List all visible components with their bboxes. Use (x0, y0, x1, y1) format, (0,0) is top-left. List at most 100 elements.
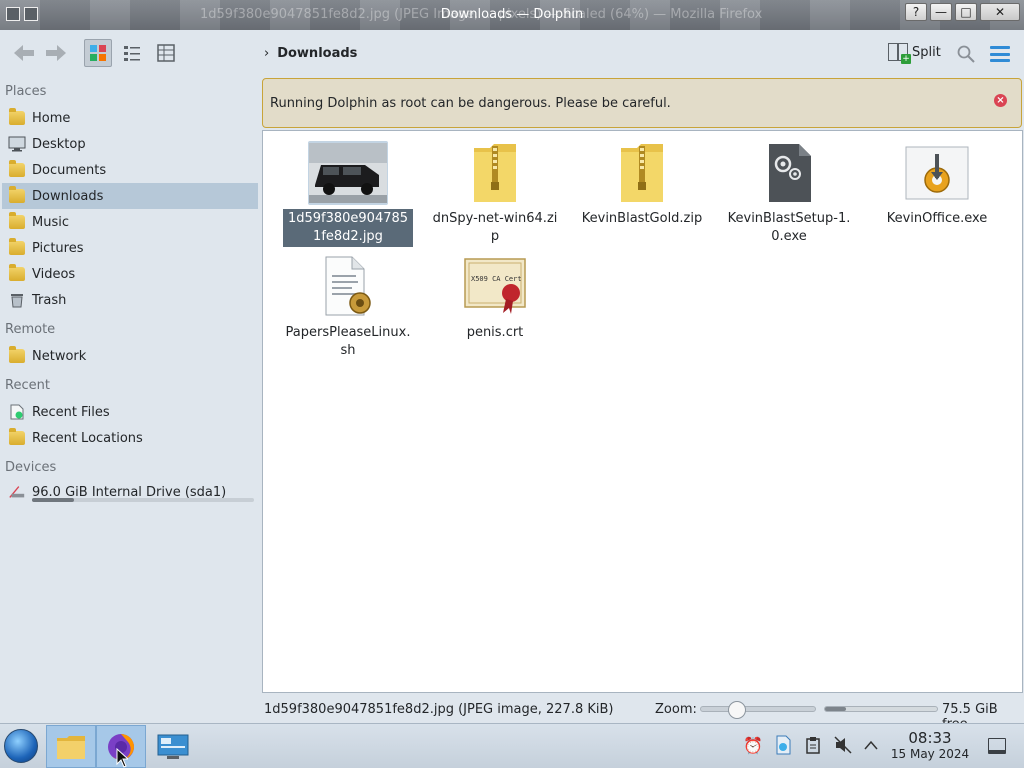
forward-button[interactable] (42, 39, 70, 67)
sidebar-item-label: Recent Locations (32, 430, 143, 446)
file-item-kevinblastgold-zip[interactable]: KevinBlastGold.zip (577, 141, 707, 229)
videos-folder-icon (8, 264, 26, 283)
certificate-icon: X509 CA Cert (455, 255, 535, 319)
back-button[interactable] (10, 39, 38, 67)
music-folder-icon (8, 212, 26, 231)
zoom-slider[interactable] (700, 701, 816, 719)
file-name: KevinBlastSetup-1.0.exe (727, 211, 851, 244)
sidebar-item-trash[interactable]: Trash (2, 287, 258, 313)
section-title-places: Places (5, 84, 47, 99)
recent-files-icon (8, 403, 26, 421)
search-icon (957, 45, 975, 63)
file-item-kevinoffice-exe[interactable]: KevinOffice.exe (872, 141, 1002, 229)
sidebar-item-recent-locations[interactable]: Recent Locations (2, 425, 258, 451)
section-title-remote: Remote (5, 322, 56, 337)
sidebar-item-label: Music (32, 214, 69, 230)
sidebar-item-network[interactable]: Network (2, 343, 258, 369)
taskbar: ⏰ 08:33 15 May 2024 (0, 723, 1024, 768)
file-item-paperspleaselinux-sh[interactable]: PapersPleaseLinux.sh (283, 255, 413, 361)
zoom-slider-handle[interactable] (728, 701, 747, 719)
sidebar-item-label: Recent Files (32, 404, 110, 420)
digital-clock[interactable]: 08:33 15 May 2024 (886, 730, 974, 762)
sidebar-item-downloads[interactable]: Downloads (2, 183, 258, 209)
executable-gear-icon (749, 141, 829, 205)
sidebar-item-pictures[interactable]: Pictures (2, 235, 258, 261)
help-button[interactable]: ? (905, 3, 927, 21)
icons-view-button[interactable] (84, 39, 112, 67)
start-menu-button[interactable] (4, 729, 38, 763)
mouse-cursor-icon (116, 748, 128, 768)
installer-icon (897, 141, 977, 205)
sidebar-item-documents[interactable]: Documents (2, 157, 258, 183)
free-space-fill (825, 707, 847, 711)
close-circle-icon[interactable]: × (994, 94, 1007, 107)
file-item-kevinblastsetup-exe[interactable]: KevinBlastSetup-1.0.exe (724, 141, 854, 247)
clock-time: 08:33 (908, 729, 952, 747)
file-name: KevinOffice.exe (886, 211, 988, 226)
updates-icon[interactable] (772, 734, 794, 756)
window-titlebar[interactable]: 1d59f380e9047851fe8d2.jpg (JPEG Image, .… (0, 0, 1024, 30)
breadcrumb-location[interactable]: Downloads (277, 46, 357, 61)
file-view[interactable]: 1d59f380e9047851fe8d2.jpg dnSpy-net-win6… (262, 130, 1023, 693)
status-bar: 1d59f380e9047851fe8d2.jpg (JPEG image, 2… (262, 697, 1024, 732)
trash-icon (8, 291, 26, 309)
zip-archive-icon (455, 141, 535, 205)
system-settings-icon (157, 734, 189, 759)
volume-muted-icon[interactable] (832, 734, 854, 756)
sidebar-item-recent-files[interactable]: Recent Files (2, 399, 258, 425)
selection-info: 1d59f380e9047851fe8d2.jpg (JPEG image, 2… (264, 702, 614, 717)
recent-locations-icon (8, 428, 26, 447)
script-file-icon (308, 255, 388, 319)
details-view-icon (157, 44, 175, 62)
compact-view-button[interactable] (118, 39, 146, 67)
free-space-bar (824, 706, 938, 712)
sidebar-item-label: Videos (32, 266, 76, 282)
file-item-penis-crt[interactable]: X509 CA Cert penis.crt (430, 255, 560, 343)
sidebar-item-label: Downloads (32, 188, 104, 204)
sidebar-item-label: Home (32, 110, 71, 126)
folder-icon (57, 735, 85, 759)
network-folder-icon (8, 346, 26, 365)
sidebar-item-label: Network (32, 348, 87, 364)
hamburger-menu-button[interactable] (990, 46, 1010, 62)
maximize-button[interactable]: □ (955, 3, 977, 21)
image-thumbnail-icon (308, 141, 388, 205)
compact-view-icon (124, 46, 140, 61)
clock-date: 15 May 2024 (890, 747, 970, 761)
clipboard-icon[interactable] (802, 734, 824, 756)
places-panel: Places Home Desktop Documents Downloads … (0, 78, 262, 698)
sidebar-item-music[interactable]: Music (2, 209, 258, 235)
file-name: penis.crt (466, 325, 524, 340)
split-button[interactable]: + Split (888, 43, 941, 64)
warning-message: Running Dolphin as root can be dangerous… (270, 96, 671, 111)
cert-label-text: X509 CA Cert (471, 275, 522, 283)
sidebar-item-home[interactable]: Home (2, 105, 258, 131)
file-item-jpg[interactable]: 1d59f380e9047851fe8d2.jpg (283, 141, 413, 247)
sidebar-item-label: Desktop (32, 136, 86, 152)
breadcrumb-chevron-icon[interactable]: › (264, 46, 269, 61)
minimize-button[interactable]: — (930, 3, 952, 21)
window-title: Downloads — Dolphin (440, 7, 584, 22)
split-button-label: Split (912, 44, 941, 60)
section-title-devices: Devices (5, 460, 57, 475)
sidebar-item-label: Pictures (32, 240, 84, 256)
sidebar-item-videos[interactable]: Videos (2, 261, 258, 287)
toolbar: › Downloads + Split (0, 30, 1024, 76)
pictures-folder-icon (8, 238, 26, 257)
hard-drive-icon (8, 483, 26, 501)
file-manager-task[interactable] (46, 725, 96, 768)
system-settings-task[interactable] (148, 725, 198, 768)
zip-archive-icon (602, 141, 682, 205)
close-button[interactable]: ✕ (980, 3, 1020, 21)
file-item-dnspy-zip[interactable]: dnSpy-net-win64.zip (430, 141, 560, 247)
zoom-label: Zoom: (655, 702, 697, 717)
sidebar-item-label: Documents (32, 162, 107, 178)
documents-folder-icon (8, 160, 26, 179)
chevron-up-icon[interactable] (860, 734, 882, 756)
details-view-button[interactable] (152, 39, 180, 67)
sidebar-item-desktop[interactable]: Desktop (2, 131, 258, 157)
show-desktop-button[interactable] (988, 738, 1006, 754)
breadcrumb[interactable]: › Downloads (264, 46, 357, 61)
alarm-clock-icon[interactable]: ⏰ (742, 734, 764, 756)
search-button[interactable] (956, 44, 976, 64)
